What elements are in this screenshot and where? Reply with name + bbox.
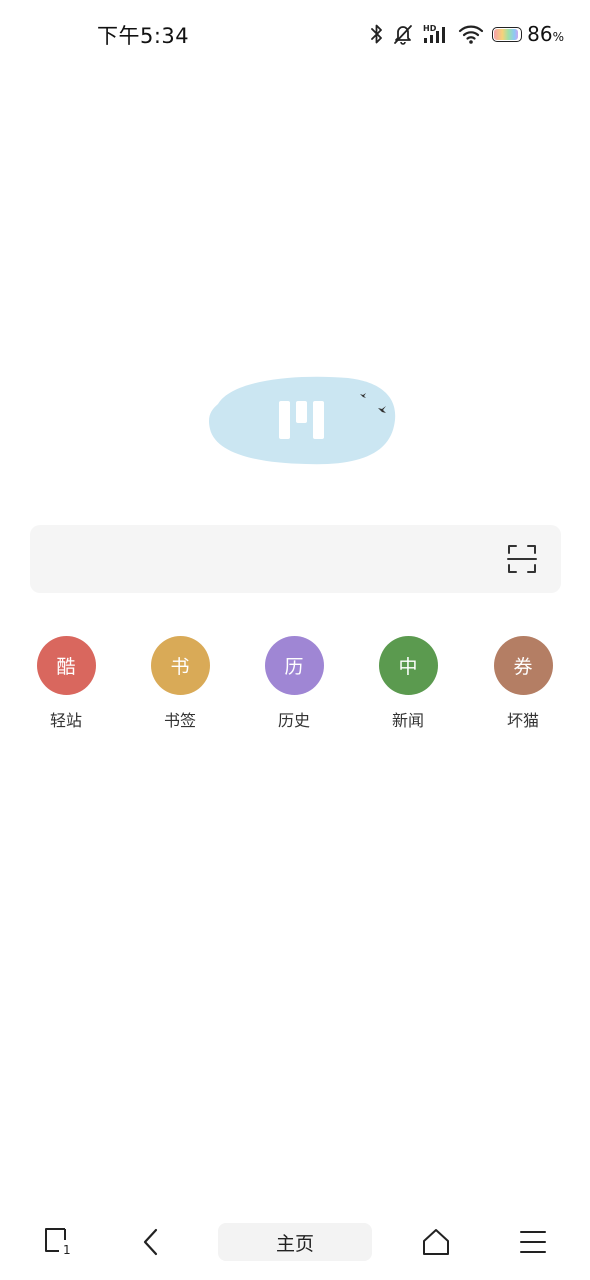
status-bar: 下午5:34 HD 86%: [0, 0, 590, 68]
shortcut-label: 历史: [277, 711, 310, 730]
shortcut-icon: 券: [493, 636, 553, 695]
back-button[interactable]: [131, 1222, 171, 1262]
search-input[interactable]: [46, 539, 490, 581]
shortcut-grid: 酷 轻站 书 书签 历 历史 中 新闻 券 坏猫: [0, 636, 590, 736]
cloud-logo-icon: [208, 376, 396, 465]
svg-text:HD: HD: [423, 24, 437, 33]
shortcut-icon: 酷: [36, 636, 96, 695]
bluetooth-icon: [371, 24, 383, 44]
shortcut-icon: 历: [264, 636, 324, 695]
shortcut-label: 坏猫: [506, 711, 539, 730]
home-icon: [423, 1229, 449, 1255]
tabs-count: 1: [63, 1243, 71, 1257]
back-icon: [143, 1228, 158, 1256]
shortcut-coupons[interactable]: 券 坏猫: [483, 636, 563, 731]
battery-unit: %: [552, 30, 564, 44]
shortcut-history[interactable]: 历 历史: [254, 636, 334, 731]
menu-icon: [520, 1231, 546, 1253]
wifi-icon: [459, 25, 484, 44]
home-tab[interactable]: 主页: [218, 1223, 372, 1261]
shortcut-icon: 书: [150, 636, 210, 695]
status-time: 下午5:34: [97, 24, 190, 48]
battery-indicator: 86%: [492, 22, 564, 46]
shortcut-label: 新闻: [391, 711, 424, 730]
home-button[interactable]: [416, 1222, 456, 1262]
shortcut-news[interactable]: 中 新闻: [368, 636, 448, 731]
scan-icon[interactable]: [507, 544, 537, 574]
battery-icon: [492, 26, 523, 42]
status-icons: HD 86%: [370, 20, 564, 48]
bottom-nav: 1 主页: [0, 1210, 590, 1274]
browser-logo: [208, 374, 398, 466]
tabs-button[interactable]: 1: [38, 1222, 78, 1262]
hd-signal-icon: HD: [423, 24, 446, 43]
shortcut-icon: 中: [378, 636, 438, 695]
battery-percent: 86: [527, 22, 553, 46]
browser-home-page: 下午5:34 HD 86% 酷 轻站 书 书签 历 历史 中 新闻 券 坏猫 1…: [0, 0, 590, 1280]
search-box[interactable]: [30, 525, 561, 593]
shortcut-bookmarks[interactable]: 书 书签: [140, 636, 220, 731]
tabs-icon: 1: [45, 1228, 71, 1257]
shortcut-label: 轻站: [49, 711, 82, 730]
menu-button[interactable]: [513, 1222, 553, 1262]
shortcut-label: 书签: [163, 711, 196, 730]
shortcut-light-site[interactable]: 酷 轻站: [26, 636, 106, 731]
mute-bell-icon: [394, 25, 413, 45]
